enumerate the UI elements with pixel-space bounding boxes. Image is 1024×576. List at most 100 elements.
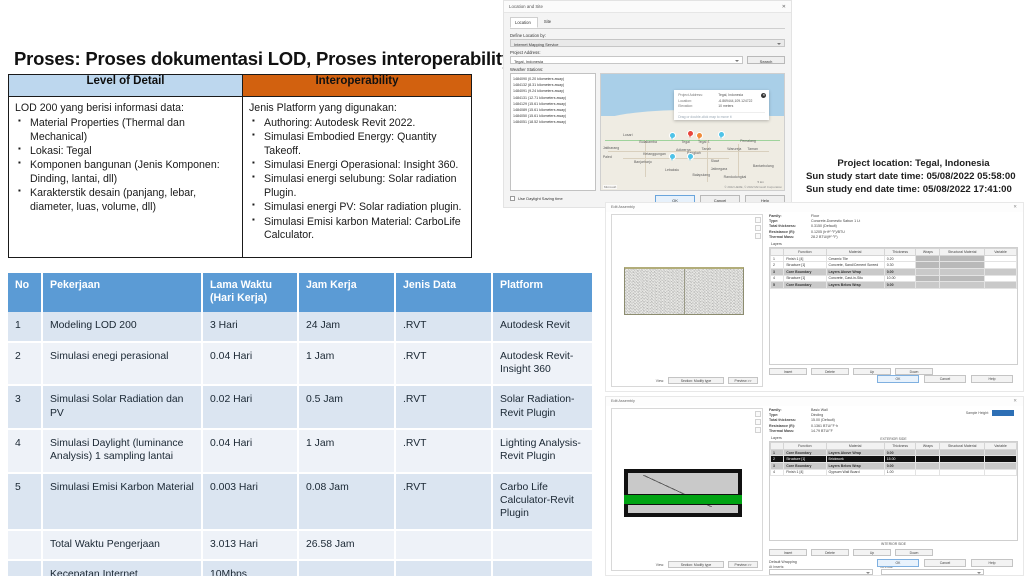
map-label: Slawi — [710, 158, 720, 163]
map-pin[interactable] — [668, 132, 676, 141]
list-item: Komponen bangunan (Jenis Komponen: Dindi… — [15, 158, 236, 187]
map-pin[interactable] — [687, 152, 694, 162]
layers-grid[interactable]: EXTERIOR SIDE Function Material Thicknes… — [769, 436, 1018, 541]
layers-grid[interactable]: Function Material Thickness Wraps Struct… — [769, 246, 1018, 365]
ok-button[interactable]: OK — [877, 559, 919, 567]
insert-button[interactable]: Insert — [769, 367, 807, 375]
zoom-in-icon[interactable] — [755, 411, 761, 417]
assembly-properties-pane: Family: Floor Type: Concrete-Domestic Sa… — [763, 214, 1018, 387]
column-header-lama-waktu: Lama Waktu (Hari Kerja) — [202, 273, 299, 313]
cell-platform — [492, 529, 592, 561]
tab-site[interactable]: Site — [539, 17, 558, 28]
zoom-in-icon[interactable] — [755, 217, 761, 223]
delete-button[interactable]: Delete — [811, 548, 849, 556]
location-and-site-dialog[interactable]: Location and Site ✕ Location Site Define… — [503, 0, 792, 208]
tab-location[interactable]: Location — [510, 17, 538, 28]
cell-platform — [492, 559, 592, 576]
list-item[interactable]: 1484051 (18.52 kilometers away) — [513, 119, 593, 125]
at-inserts-select[interactable]: Do not wrap — [769, 568, 873, 575]
zoom-out-icon[interactable] — [755, 419, 761, 425]
help-button[interactable]: Help — [971, 375, 1013, 383]
cell-wraps — [915, 261, 941, 269]
project-address-input[interactable]: Tegal, Indonesia — [510, 56, 743, 64]
layer-row[interactable]: 4 Finish 1 [4] Gypsum Wall Board 1.00 — [769, 468, 1017, 477]
map-pin[interactable] — [668, 152, 676, 162]
cell-jam-kerja: 26.58 Jam — [298, 529, 396, 561]
layer-row-selected[interactable]: 2 Structure [1] Brickwork 15.00 — [769, 455, 1017, 463]
checkbox-daylight-saving[interactable] — [510, 196, 515, 201]
cell-platform: Lighting Analysis-Revit Plugin — [492, 429, 592, 474]
prop-key: Thermal Mass: — [769, 428, 795, 433]
cell-index: 5 — [769, 281, 785, 289]
layers-table: Function Material Thickness Wraps Struct… — [769, 247, 1017, 289]
down-button[interactable]: Down — [895, 367, 933, 375]
view-select[interactable]: Section: Modify type — [668, 561, 724, 568]
close-icon[interactable]: ✕ — [1013, 398, 1017, 404]
search-button[interactable]: Search — [747, 56, 785, 64]
at-ends-select[interactable]: None — [880, 568, 984, 575]
col-wraps: Wraps — [915, 247, 941, 256]
dialog-footer: OK Cancel Help — [877, 375, 1013, 383]
define-location-select[interactable]: Internet Mapping Service — [510, 39, 785, 47]
chevron-down-icon — [735, 59, 739, 62]
prop-value: 0.1205 (h·ft²·°F)/BTU — [811, 229, 845, 234]
table-row: 5 Simulasi Emisi Karbon Material 0.003 H… — [8, 472, 592, 531]
preview-button[interactable]: Preview >> — [728, 561, 758, 568]
sample-height-label: Sample Height: — [965, 411, 989, 415]
layer-row[interactable]: 2 Structure [1] Concrete, Sand/Cement Sc… — [769, 261, 1017, 269]
close-icon[interactable]: ✕ — [782, 4, 786, 10]
assembly-preview-pane[interactable]: View: Section: Modify type Preview >> — [611, 408, 763, 571]
layer-row-core-boundary[interactable]: 3 Core Boundary Layers Above Wrap 0.00 — [769, 267, 1017, 276]
preview-button[interactable]: Preview >> — [728, 377, 758, 384]
up-button[interactable]: Up — [853, 548, 891, 556]
map-view[interactable]: Losari Bulakamba Tegal Tegal T. Pemalang… — [600, 73, 785, 191]
view-select[interactable]: Section: Modify type — [668, 377, 724, 384]
cancel-button[interactable]: Cancel — [924, 559, 966, 567]
close-icon[interactable]: ✕ — [1013, 204, 1017, 210]
help-button[interactable]: Help — [971, 559, 1013, 567]
sample-height-input[interactable] — [992, 410, 1014, 416]
cell-index: 2 — [769, 261, 785, 269]
edit-assembly-dialog-floor[interactable]: Edit Assembly ✕ View: Section: Modify ty… — [605, 202, 1024, 392]
map-label: Lebaksiu — [665, 167, 680, 172]
layers-header-row: Function Material Thickness Wraps Struct… — [769, 247, 1017, 256]
down-button[interactable]: Down — [895, 548, 933, 556]
layer-row-core-boundary[interactable]: 5 Core Boundary Layers Below Wrap 0.00 — [769, 281, 1017, 289]
close-icon[interactable]: ✕ — [761, 93, 767, 99]
define-location-value: Internet Mapping Service — [514, 41, 559, 47]
chevron-down-icon — [777, 42, 781, 45]
delete-button[interactable]: Delete — [811, 367, 849, 375]
up-button[interactable]: Up — [853, 367, 891, 375]
map-label: Adiwerna — [676, 148, 691, 153]
zoom-out-icon[interactable] — [755, 225, 761, 231]
layer-row[interactable]: 1 Finish 1 [4] Ceramic Tile 0.20 — [769, 254, 1017, 263]
map-label: Taman — [747, 147, 758, 152]
zoom-fit-icon[interactable] — [755, 427, 761, 433]
layer-action-buttons: Insert Delete Up Down — [769, 367, 1018, 375]
cancel-button[interactable]: Cancel — [924, 375, 966, 383]
preview-zoom-toolbar[interactable] — [755, 411, 761, 435]
insert-button[interactable]: Insert — [769, 548, 807, 556]
list-item: Karakterstik desain (panjang, lebar, dia… — [15, 186, 236, 215]
ok-button[interactable]: OK — [877, 375, 919, 383]
map-label: Jatinegara — [710, 166, 728, 171]
edit-assembly-dialog-wall[interactable]: Edit Assembly ✕ View: Section: Modify ty… — [605, 396, 1024, 576]
cell-lama-waktu: 0.04 Hari — [202, 429, 299, 474]
layer-action-buttons: Insert Delete Up Down — [769, 548, 1018, 556]
cell-variable — [984, 261, 1017, 269]
zoom-fit-icon[interactable] — [755, 233, 761, 239]
weather-stations-list[interactable]: 1484090 (0.20 kilometers away) 1484132 (… — [510, 73, 596, 191]
cell-pekerjaan: Modeling LOD 200 — [42, 312, 203, 343]
cell-material: Layers Above Wrap — [825, 448, 885, 457]
layer-row[interactable]: 4 Structure [1] Concrete, Cast-in-Situ 1… — [769, 274, 1017, 283]
map-pin-selected[interactable] — [687, 129, 694, 139]
map-pin[interactable] — [718, 130, 726, 140]
cell-no: 5 — [8, 472, 43, 531]
layer-row-core-boundary[interactable]: 1 Core Boundary Layers Above Wrap 0.00 — [769, 448, 1017, 457]
layer-row-core-boundary[interactable]: 3 Core Boundary Layers Below Wrap 0.00 — [769, 461, 1017, 470]
assembly-preview-pane[interactable]: View: Section: Modify type Preview >> — [611, 214, 763, 387]
preview-zoom-toolbar[interactable] — [755, 217, 761, 241]
dialog-title: Edit Assembly — [611, 205, 635, 209]
map-pin[interactable] — [696, 132, 704, 141]
cell-thickness: 10.00 — [883, 274, 917, 283]
